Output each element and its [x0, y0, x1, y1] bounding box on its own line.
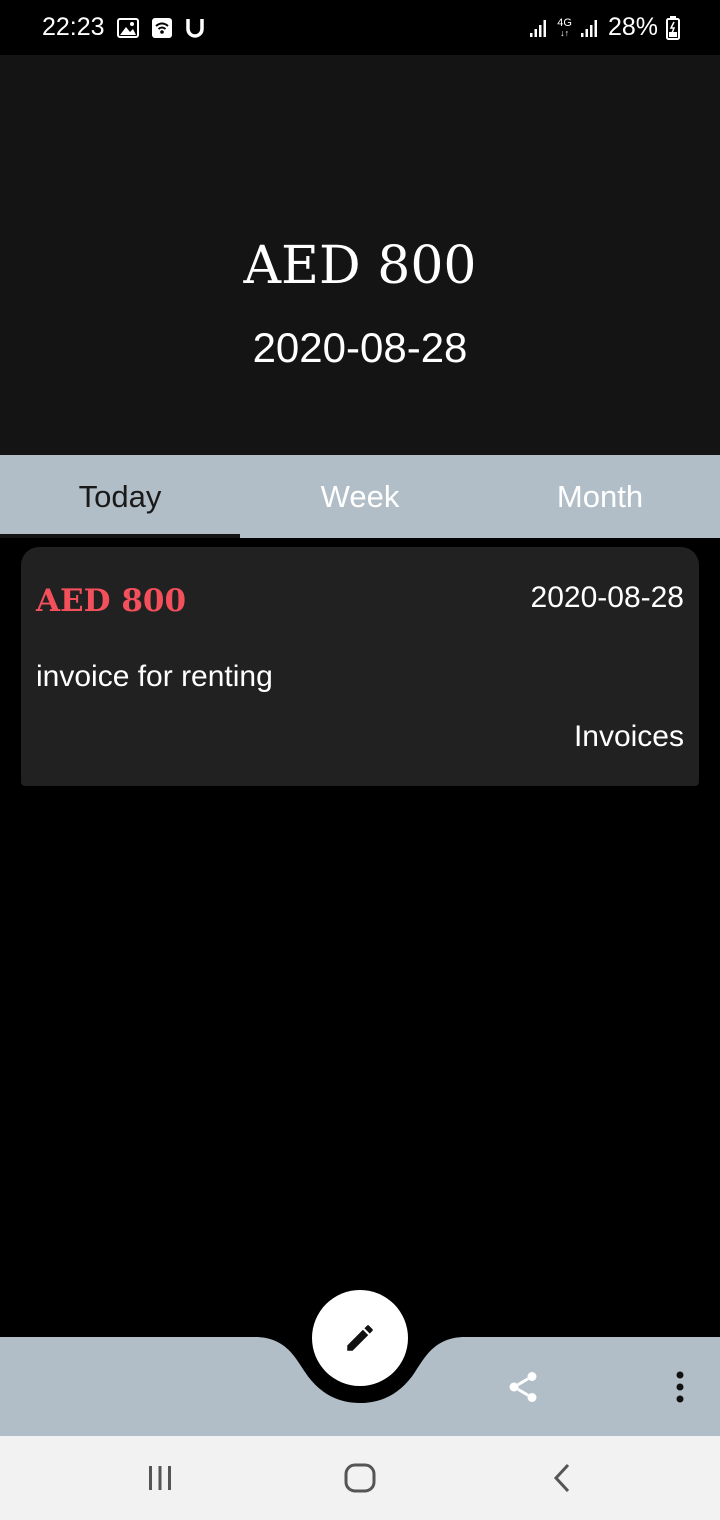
share-icon [505, 1369, 541, 1405]
entry-description: invoice for renting [36, 660, 273, 693]
u-app-icon [185, 17, 205, 39]
image-icon [116, 17, 139, 38]
wifi-calling-icon [151, 17, 173, 39]
tab-today[interactable]: Today [0, 455, 240, 538]
battery-icon [666, 15, 680, 40]
battery-percent: 28% [607, 13, 658, 41]
tab-label: Week [320, 478, 400, 514]
4g-icon: 4G ↓↑ [557, 16, 572, 38]
status-bar: 22:23 4G ↓↑ 28% [0, 0, 720, 55]
period-tabs: Today Week Month [0, 455, 720, 538]
signal-icon [580, 18, 600, 38]
entry-amount: AED 800 [36, 583, 187, 619]
entry-category: Invoices [573, 720, 684, 753]
tab-month[interactable]: Month [480, 455, 720, 538]
moon-icon [585, 1370, 619, 1404]
status-time: 22:23 [42, 13, 105, 41]
back-button[interactable] [540, 1456, 584, 1500]
status-right: 4G ↓↑ 28% [529, 0, 680, 55]
network-label: 4G [557, 16, 572, 29]
header-amount: AED 800 [243, 236, 477, 296]
share-button[interactable] [501, 1365, 545, 1409]
header-date: 2020-08-28 [252, 324, 468, 371]
signal-icon [529, 18, 549, 38]
edit-fab-button[interactable] [312, 1290, 408, 1386]
home-icon [344, 1463, 376, 1493]
recents-button[interactable] [138, 1456, 182, 1500]
entry-card[interactable]: AED 800 2020-08-28 invoice for renting I… [21, 547, 699, 786]
more-vert-icon [675, 1371, 685, 1403]
tab-week[interactable]: Week [240, 455, 480, 538]
back-icon [552, 1463, 572, 1493]
tab-label: Month [556, 478, 644, 514]
home-button[interactable] [338, 1456, 382, 1500]
dark-mode-button[interactable] [580, 1365, 624, 1409]
system-nav-bar [0, 1436, 720, 1520]
pencil-icon [343, 1321, 377, 1355]
recents-icon [145, 1465, 175, 1491]
tab-label: Today [78, 478, 162, 514]
status-left: 22:23 [42, 0, 205, 55]
more-options-button[interactable] [658, 1365, 702, 1409]
entry-date: 2020-08-28 [530, 581, 684, 614]
